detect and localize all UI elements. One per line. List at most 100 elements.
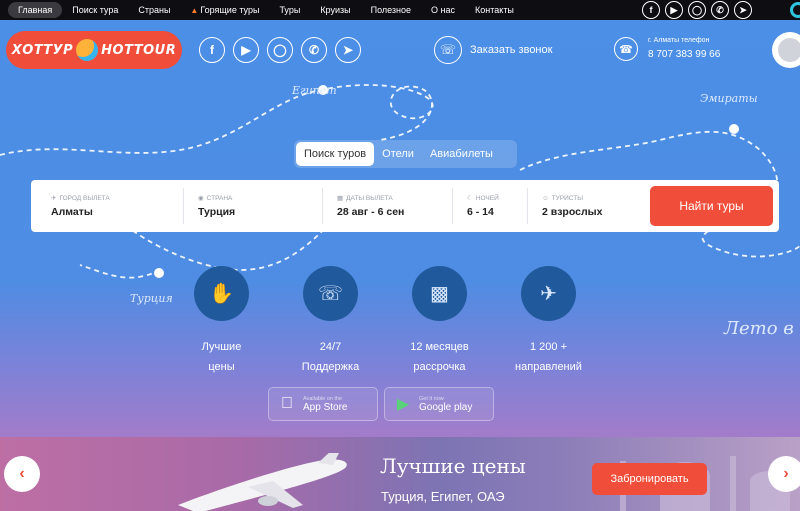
- nav-item-useful[interactable]: Полезное: [361, 0, 421, 20]
- feature-line2: Поддержка: [301, 361, 360, 373]
- telegram-icon[interactable]: ➤: [335, 37, 361, 63]
- person-icon: ☺: [542, 194, 549, 202]
- dates-value: 28 авг - 6 сен: [337, 206, 405, 218]
- youtube-icon[interactable]: ▶: [233, 37, 259, 63]
- phone-label: г. Алматы телефон: [648, 37, 710, 44]
- nav-item-tour-search[interactable]: Поиск тура: [62, 0, 128, 20]
- map-word-summer: Лето в: [724, 318, 794, 339]
- plane-icon: ✈: [51, 195, 57, 202]
- avatar-placeholder-icon: [778, 38, 800, 62]
- nav-item-hot-tours-label: Горящие туры: [200, 5, 260, 15]
- chevron-left-icon: ‹: [19, 465, 25, 482]
- tourists-value: 2 взрослых: [542, 205, 603, 218]
- feature-line1: Лучшие: [201, 341, 242, 353]
- banner-title: Лучшие цены: [380, 454, 526, 478]
- user-avatar[interactable]: [772, 32, 800, 68]
- banner-next-button[interactable]: ›: [768, 456, 800, 492]
- callback-label: Заказать звонок: [470, 44, 553, 56]
- map-word-emirates: Эмираты: [700, 92, 758, 105]
- nights-label: НОЧЕЙ: [475, 195, 499, 202]
- fire-icon: ▲: [190, 6, 199, 15]
- nav-item-home[interactable]: Главная: [8, 2, 63, 18]
- country-label: СТРАНА: [206, 195, 233, 202]
- nights-field[interactable]: ☾ НОЧЕЙ 6 - 14: [453, 188, 528, 224]
- dates-label: ДАТЫ ВЫЛЕТА: [346, 195, 393, 202]
- header-socials: f ▶ ◯ ✆ ➤: [199, 37, 361, 63]
- logo-text-left: ХОТТУР: [11, 42, 74, 58]
- feature-support: ☏ 24/7 Поддержка: [294, 266, 367, 377]
- facebook-icon[interactable]: f: [199, 37, 225, 63]
- instagram-icon[interactable]: ◯: [267, 37, 293, 63]
- telegram-icon[interactable]: ➤: [734, 1, 752, 19]
- google-play-button[interactable]: ▶ Get it now Google play: [384, 387, 494, 421]
- tourists-label: ТУРИСТЫ: [551, 194, 583, 202]
- country-value: Турция: [198, 206, 236, 218]
- banner-prev-button[interactable]: ‹: [4, 456, 40, 492]
- calendar-icon: ▦: [337, 195, 344, 202]
- search-tabs: Поиск туров Отели Авиабилеты: [294, 140, 517, 168]
- feature-line1: 24/7: [319, 341, 342, 353]
- country-field[interactable]: ◉ СТРАНА Турция: [184, 188, 323, 224]
- nav-item-tours[interactable]: Туры: [269, 0, 310, 20]
- route-point: [729, 124, 739, 134]
- callback-button[interactable]: ☏ Заказать звонок: [434, 36, 552, 64]
- tour-search-form: ✈ ГОРОД ВЫЛЕТА Алматы ◉ СТРАНА Турция ▦ ДАТ…: [31, 180, 779, 232]
- feature-line2: рассрочка: [413, 361, 466, 373]
- nav-item-cruises[interactable]: Круизы: [310, 0, 360, 20]
- google-play-icon: ▶: [396, 396, 410, 413]
- whatsapp-icon[interactable]: ✆: [711, 1, 729, 19]
- loading-ring-icon: [790, 2, 800, 18]
- phone-icon: ☎: [614, 37, 638, 61]
- feature-destinations: ✈ 1 200 + направлений: [512, 266, 585, 377]
- feature-installments: ▩ 12 месяцев рассрочка: [403, 266, 476, 377]
- departure-city-field[interactable]: ✈ ГОРОД ВЫЛЕТА Алматы: [31, 188, 184, 224]
- departure-city-value: Алматы: [51, 206, 93, 218]
- google-play-label: Google play: [419, 401, 473, 413]
- nav-item-hot-tours[interactable]: ▲ Горящие туры: [180, 0, 269, 20]
- site-logo[interactable]: ХОТТУР HOTTOUR: [6, 31, 182, 69]
- nav-item-about[interactable]: О нас: [421, 0, 465, 20]
- app-store-button[interactable]:  Available on the App Store: [268, 387, 378, 421]
- phone-number[interactable]: 8 707 383 99 66: [648, 49, 720, 60]
- tourists-field[interactable]: ☺ ТУРИСТЫ 2 взрослых: [528, 188, 638, 224]
- apple-icon: : [279, 395, 295, 413]
- find-tours-button[interactable]: Найти туры: [650, 186, 773, 226]
- youtube-icon[interactable]: ▶: [665, 1, 683, 19]
- promo-banner: ‹ Лучшие цены Турция, Египет, ОАЭ Заброн…: [0, 437, 800, 511]
- wallet-icon: ▩: [412, 266, 467, 321]
- tab-hotels[interactable]: Отели: [374, 142, 422, 166]
- book-button[interactable]: Забронировать: [592, 463, 707, 495]
- feature-line1: 12 месяцев: [410, 341, 469, 353]
- headset-icon: ☏: [303, 266, 358, 321]
- tab-tour-search[interactable]: Поиск туров: [296, 142, 375, 166]
- hand-coin-icon: ✋: [194, 266, 249, 321]
- moon-icon: ☾: [467, 195, 473, 202]
- feature-line2: направлений: [515, 361, 582, 373]
- banner-subtitle: Турция, Египет, ОАЭ: [381, 489, 505, 504]
- chevron-right-icon: ›: [783, 465, 789, 482]
- map-word-turkey: Турция: [130, 292, 173, 305]
- headset-icon: ☏: [434, 36, 462, 64]
- top-navigation: Главная Поиск тура Страны ▲ Горящие туры …: [0, 0, 800, 20]
- nav-item-countries[interactable]: Страны: [128, 0, 180, 20]
- whatsapp-icon[interactable]: ✆: [301, 37, 327, 63]
- top-socials: f ▶ ◯ ✆ ➤: [642, 1, 752, 19]
- logo-text-right: HOTTOUR: [101, 42, 177, 58]
- dates-field[interactable]: ▦ ДАТЫ ВЫЛЕТА 28 авг - 6 сен: [323, 188, 453, 224]
- tab-flights[interactable]: Авиабилеты: [422, 142, 501, 166]
- airplane-illustration: [178, 453, 347, 511]
- route-point: [154, 268, 164, 278]
- app-store-links:  Available on the App Store ▶ Get it no…: [268, 387, 494, 421]
- feature-line2: цены: [208, 361, 235, 373]
- phone-contact[interactable]: ☎ г. Алматы телефон 8 707 383 99 66: [614, 37, 720, 61]
- feature-line1: 1 200 +: [529, 341, 567, 353]
- logo-hand-icon: [76, 39, 99, 61]
- nav-item-contacts[interactable]: Контакты: [465, 0, 524, 20]
- instagram-icon[interactable]: ◯: [688, 1, 706, 19]
- feature-best-prices: ✋ Лучшие цены: [185, 266, 258, 377]
- location-pin-icon: ◉: [198, 195, 204, 202]
- airplane-icon: ✈: [521, 266, 576, 321]
- app-store-label: App Store: [303, 401, 348, 413]
- facebook-icon[interactable]: f: [642, 1, 660, 19]
- departure-city-label: ГОРОД ВЫЛЕТА: [59, 195, 110, 202]
